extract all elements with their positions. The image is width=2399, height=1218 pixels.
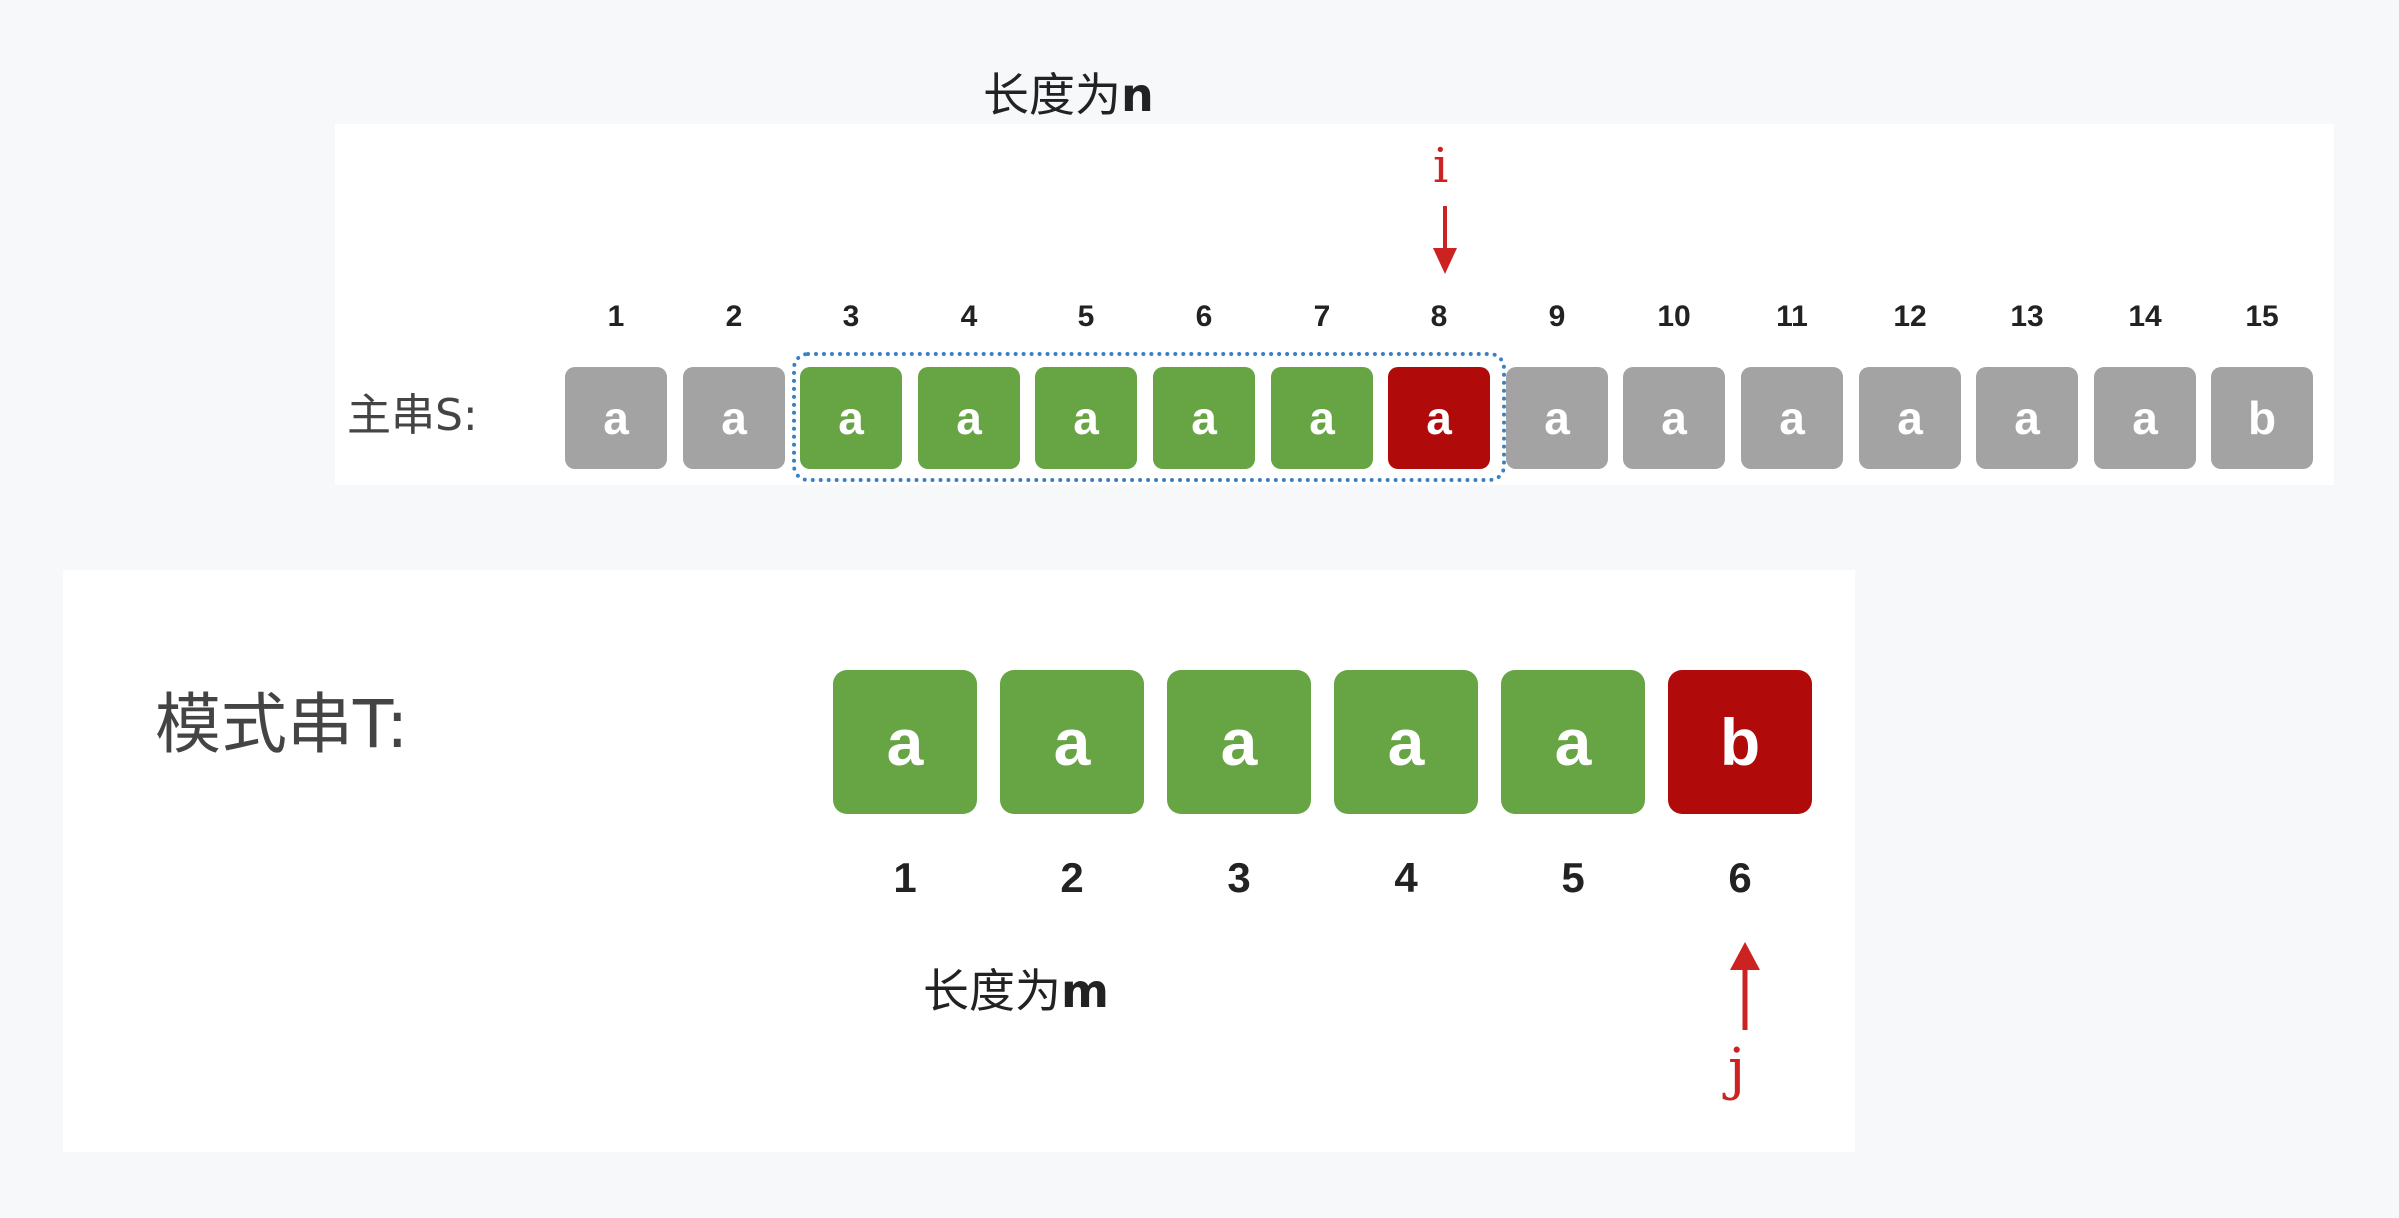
main-char-cell: a xyxy=(1506,367,1608,469)
bottom-length-var: m xyxy=(1061,964,1109,1018)
pattern-string-panel: 模式串T: aaaaab 123456 长度为m j xyxy=(63,570,1855,1152)
main-index-label: 7 xyxy=(1313,300,1331,333)
top-length-caption: 长度为n xyxy=(983,72,1154,118)
pattern-char-cell: a xyxy=(1167,670,1311,814)
main-index-label: 5 xyxy=(1077,300,1095,333)
pattern-char-cell: a xyxy=(1501,670,1645,814)
pattern-index-label: 3 xyxy=(1227,854,1251,901)
pointer-i-arrow xyxy=(1433,206,1457,274)
main-char-cell: a xyxy=(1035,367,1137,469)
main-index-label: 15 xyxy=(2245,300,2279,333)
pattern-index-label: 6 xyxy=(1728,854,1752,901)
main-char-cell: a xyxy=(1741,367,1843,469)
pattern-index-label: 2 xyxy=(1060,854,1084,901)
main-index-label: 9 xyxy=(1548,300,1566,333)
pattern-char-cell: b xyxy=(1668,670,1812,814)
main-index-label: 2 xyxy=(725,300,743,333)
main-string-label: 主串S: xyxy=(347,390,478,441)
top-length-text: 长度为 xyxy=(983,68,1121,122)
bottom-length-caption: 长度为m xyxy=(923,968,1109,1014)
main-char-cell: a xyxy=(918,367,1020,469)
main-string-panel: i 主串S: 1 2 3 4 5 6 7 8 9 10 11 12 13 14 15 aaaaaaaaaaa… xyxy=(335,124,2334,485)
main-char-cell: a xyxy=(800,367,902,469)
pointer-j-arrow xyxy=(1730,942,1760,1030)
main-index-label: 4 xyxy=(960,300,978,333)
main-char-cell: a xyxy=(565,367,667,469)
main-index-label: 11 xyxy=(1776,300,1808,333)
main-char-cell: a xyxy=(1271,367,1373,469)
pattern-char-cell: a xyxy=(1334,670,1478,814)
main-index-label: 8 xyxy=(1430,300,1448,333)
main-char-cell: a xyxy=(1388,367,1490,469)
main-char-cell: a xyxy=(1153,367,1255,469)
pattern-char-cell: a xyxy=(833,670,977,814)
main-char-cell: a xyxy=(1623,367,1725,469)
main-char-cell: b xyxy=(2211,367,2313,469)
pointer-i-label: i xyxy=(1433,138,1449,194)
pattern-string-label: 模式串T: xyxy=(155,686,409,763)
pattern-char-cell: a xyxy=(1000,670,1144,814)
bottom-length-text: 长度为 xyxy=(923,964,1061,1018)
main-index-label: 10 xyxy=(1657,300,1691,333)
main-char-cell: a xyxy=(683,367,785,469)
main-char-cell: a xyxy=(2094,367,2196,469)
main-index-label: 6 xyxy=(1195,300,1213,333)
main-char-cell: a xyxy=(1859,367,1961,469)
main-index-label: 14 xyxy=(2128,300,2162,333)
top-length-var: n xyxy=(1121,68,1154,122)
pattern-index-label: 4 xyxy=(1394,854,1418,901)
main-index-label: 13 xyxy=(2010,300,2044,333)
main-index-label: 3 xyxy=(842,300,860,333)
pointer-j-label: j xyxy=(1728,1037,1746,1102)
main-index-label: 12 xyxy=(1893,300,1927,333)
pattern-index-label: 5 xyxy=(1561,854,1585,901)
main-char-cell: a xyxy=(1976,367,2078,469)
main-index-label: 1 xyxy=(607,300,625,333)
pattern-index-label: 1 xyxy=(893,854,917,901)
